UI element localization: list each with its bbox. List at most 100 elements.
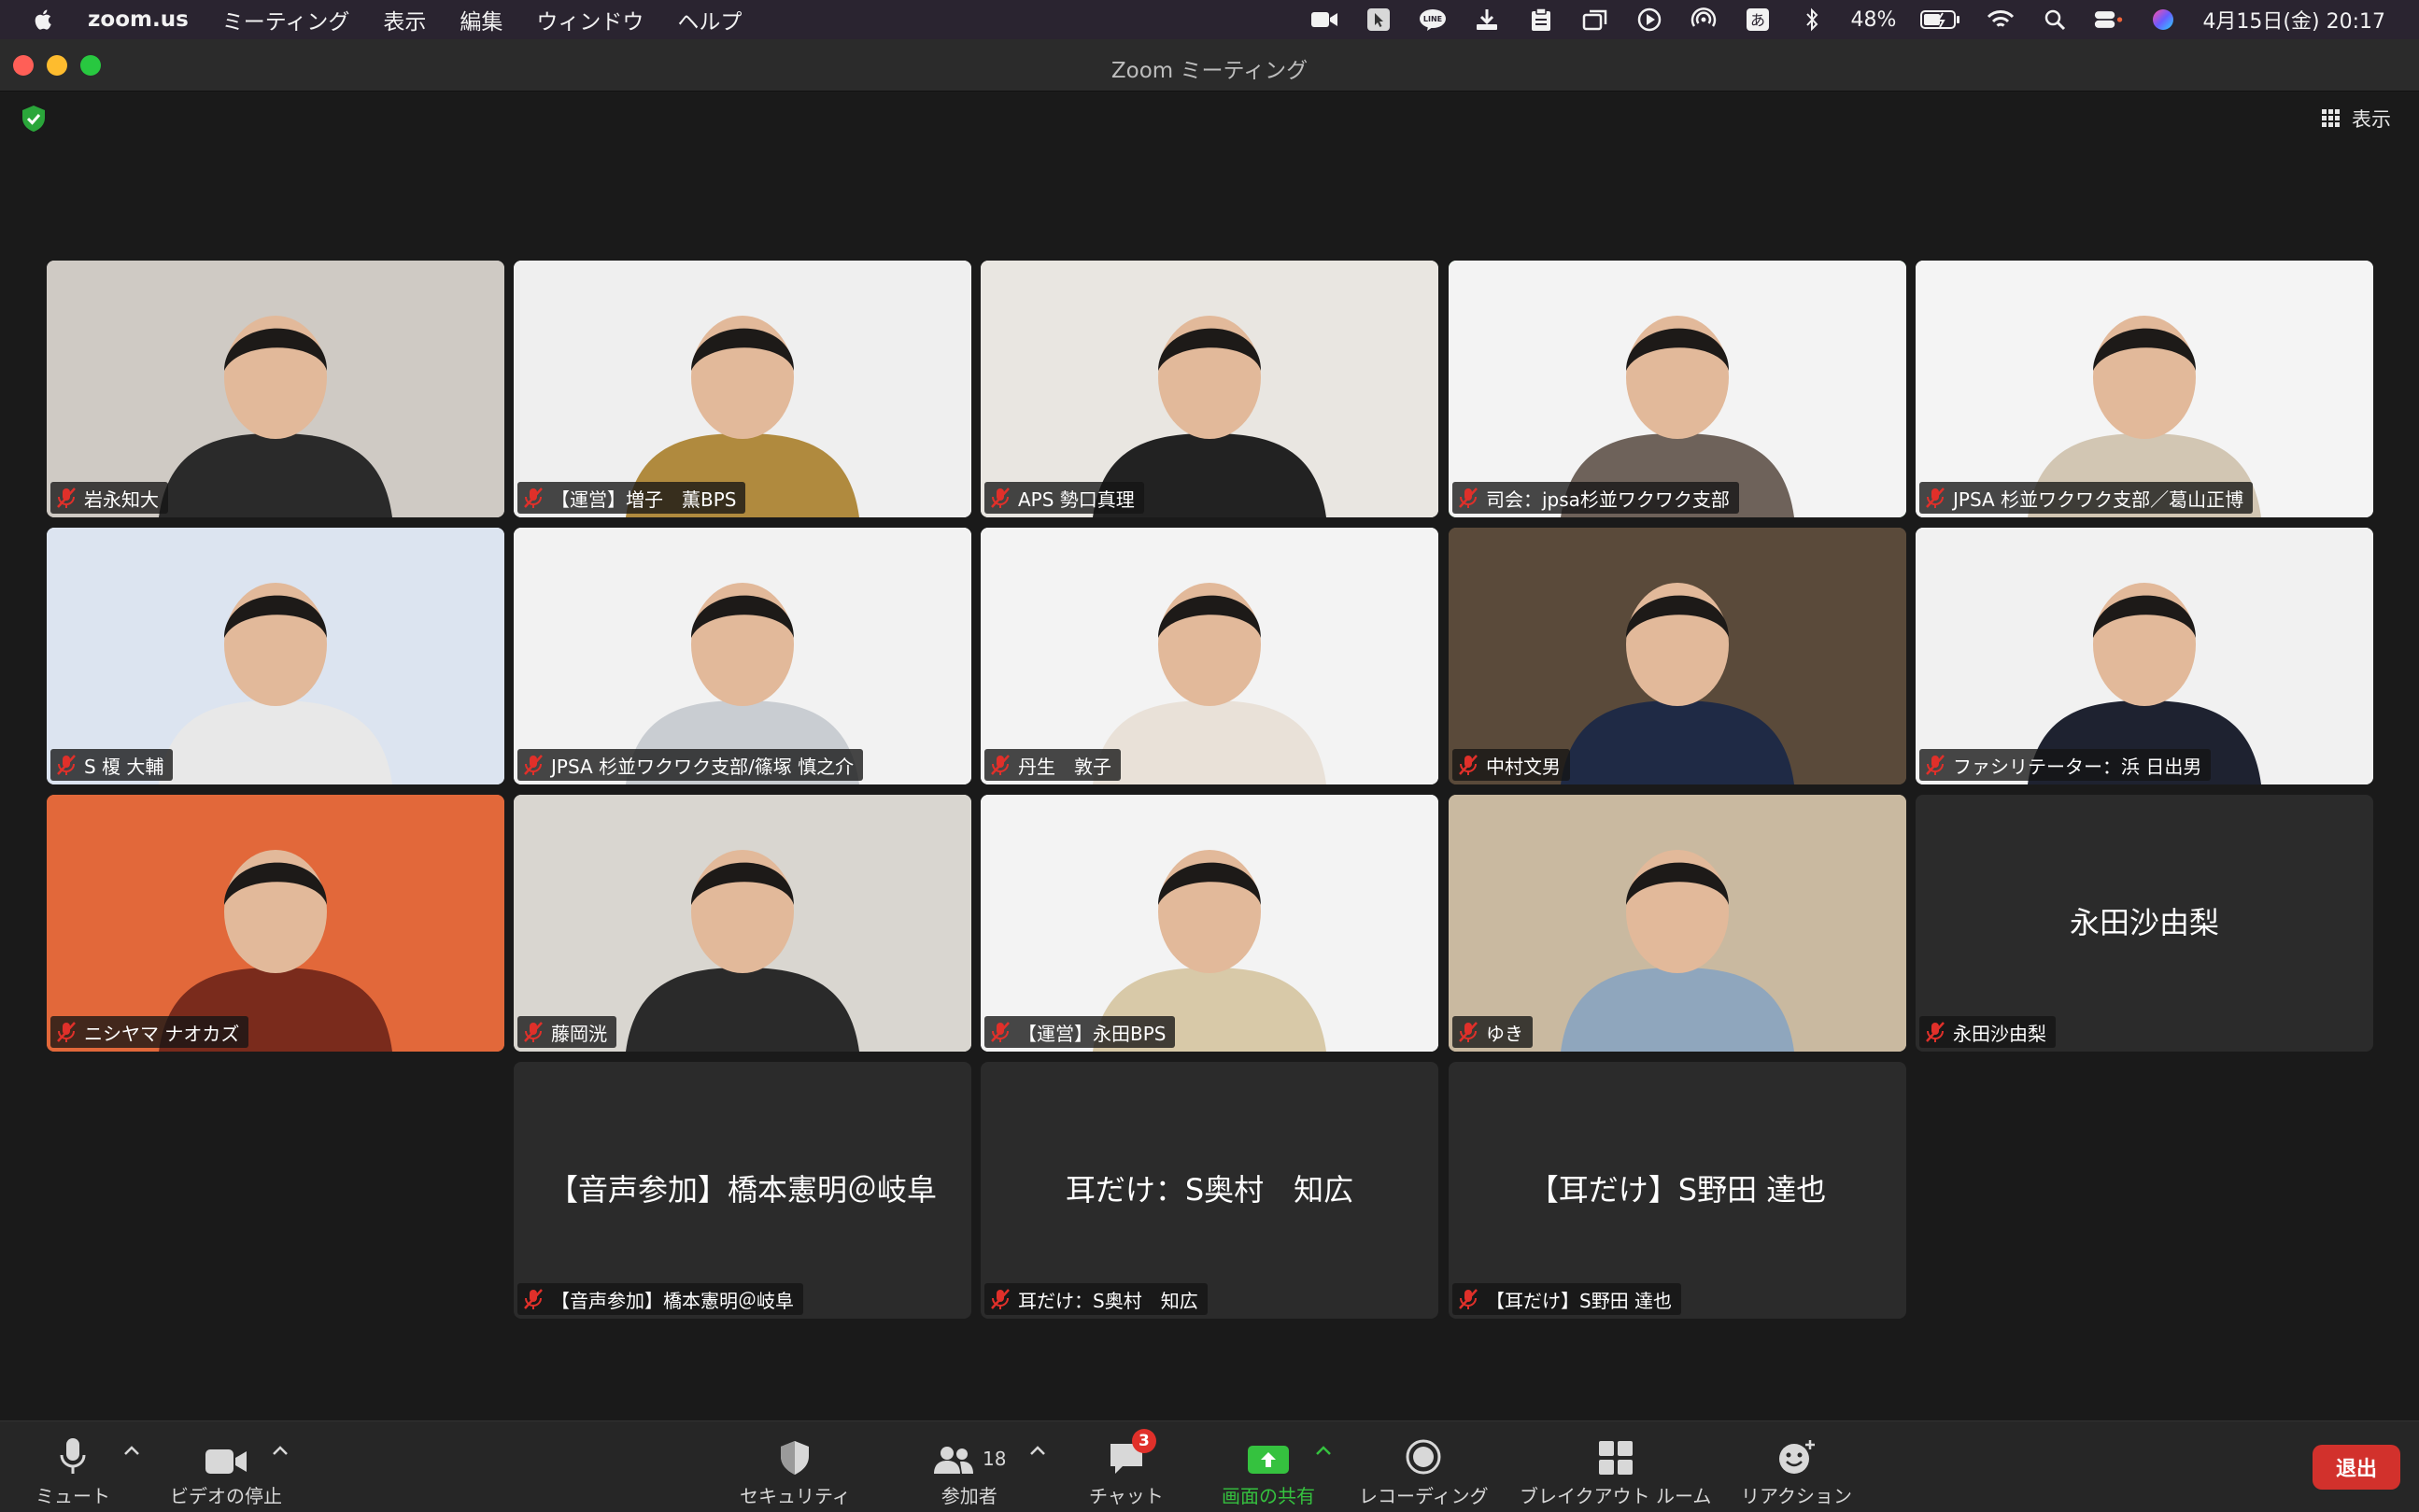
gallery-view: 表示 岩永知大 【運営】増子 薫BPS APS 勢口真理 司会：jpsa杉並ワクワク支…	[0, 92, 2419, 1420]
participant-video	[1449, 528, 1906, 784]
security-shield-icon	[781, 1441, 810, 1475]
mic-muted-icon	[1926, 488, 1945, 508]
spotlight-search-icon[interactable]	[2040, 7, 2070, 32]
participant-tile[interactable]: 【運営】増子 薫BPS	[514, 261, 971, 517]
security-button[interactable]: セキュリティ	[740, 1434, 851, 1508]
participants-button[interactable]: 18 参加者	[932, 1434, 1006, 1508]
siri-icon[interactable]	[2148, 7, 2178, 32]
mic-muted-icon	[524, 755, 543, 775]
participant-name: APS 勢口真理	[1018, 488, 1135, 511]
participant-display-name: 【耳だけ】S野田 達也	[1528, 1172, 1827, 1208]
participant-tile[interactable]: 【運営】永田BPS	[981, 795, 1438, 1052]
view-label: 表示	[2352, 108, 2391, 131]
mic-muted-icon	[1926, 1022, 1945, 1042]
participant-name: 丹生 敦子	[1018, 755, 1111, 778]
participant-tile[interactable]: 丹生 敦子	[981, 528, 1438, 784]
reactions-button[interactable]: リアクション	[1741, 1434, 1852, 1508]
participant-name: 【耳だけ】S野田 達也	[1486, 1289, 1673, 1312]
participant-name-tag: 【運営】増子 薫BPS	[517, 482, 746, 514]
control-center-icon[interactable]	[2094, 7, 2124, 32]
record-button[interactable]: レコーディング	[1359, 1434, 1489, 1508]
zoom-video-status-icon[interactable]	[1309, 7, 1339, 32]
participant-name-tag: ニシヤマ ナオカズ	[50, 1016, 249, 1048]
mic-muted-icon	[524, 1289, 543, 1309]
record-icon	[1406, 1439, 1441, 1475]
encryption-shield-icon[interactable]	[21, 105, 47, 133]
mic-muted-icon	[991, 488, 1010, 508]
participant-name-tag: JPSA 杉並ワクワク支部／葛山正博	[1919, 482, 2254, 514]
participant-tile[interactable]: 中村文男	[1449, 528, 1906, 784]
participant-tile[interactable]: ニシヤマ ナオカズ	[47, 795, 504, 1052]
download-icon[interactable]	[1472, 7, 1502, 32]
participant-video	[1449, 795, 1906, 1052]
participant-video	[47, 528, 504, 784]
participant-name-tag: 中村文男	[1452, 749, 1570, 781]
leave-meeting-button[interactable]: 退出	[2313, 1445, 2400, 1490]
menu-app-name[interactable]: zoom.us	[88, 7, 189, 32]
participant-video	[47, 795, 504, 1052]
input-method-icon[interactable]: あ	[1743, 7, 1773, 32]
mic-muted-icon	[1926, 755, 1945, 775]
chat-button[interactable]: 3 チャット	[1089, 1429, 1164, 1508]
battery-percent: 48%	[1850, 7, 1897, 32]
record-label: レコーディング	[1359, 1485, 1489, 1507]
participant-tile[interactable]: 耳だけ：S奥村 知広 耳だけ：S奥村 知広	[981, 1062, 1438, 1319]
reaction-smiley-icon	[1778, 1440, 1815, 1474]
airdrop-icon[interactable]	[1689, 7, 1719, 32]
menu-edit[interactable]: 編集	[460, 4, 502, 35]
menu-view[interactable]: 表示	[383, 4, 426, 35]
cursor-tool-icon[interactable]	[1364, 7, 1393, 32]
participant-name: JPSA 杉並ワクワク支部/篠塚 慎之介	[551, 755, 855, 778]
participant-tile[interactable]: 【耳だけ】S野田 達也 【耳だけ】S野田 達也	[1449, 1062, 1906, 1319]
menu-meeting[interactable]: ミーティング	[222, 4, 350, 35]
breakout-rooms-button[interactable]: ブレイクアウト ルーム	[1520, 1434, 1711, 1508]
participant-video	[1916, 261, 2373, 517]
participant-tile[interactable]: ゆき	[1449, 795, 1906, 1052]
participant-name-tag: 永田沙由梨	[1919, 1016, 2056, 1048]
participant-tile[interactable]: 永田沙由梨 永田沙由梨	[1916, 795, 2373, 1052]
participant-video	[47, 261, 504, 517]
participant-tile[interactable]: 【音声参加】橋本憲明＠岐阜 【音声参加】橋本憲明＠岐阜	[514, 1062, 971, 1319]
participant-name: ファシリテーター：浜 日出男	[1953, 755, 2202, 778]
mute-options-chevron-icon[interactable]	[121, 1444, 142, 1457]
chat-unread-badge: 3	[1131, 1429, 1156, 1453]
participant-tile[interactable]: 岩永知大	[47, 261, 504, 517]
participant-tile[interactable]: APS 勢口真理	[981, 261, 1438, 517]
participant-name-tag: APS 勢口真理	[984, 482, 1144, 514]
mic-muted-icon	[991, 1022, 1010, 1042]
battery-icon[interactable]	[1920, 7, 1961, 32]
window-switch-icon[interactable]	[1580, 7, 1610, 32]
participant-video	[981, 795, 1438, 1052]
participant-name: ニシヤマ ナオカズ	[84, 1022, 240, 1045]
stop-video-button[interactable]: ビデオの停止	[170, 1434, 282, 1508]
participant-name: 永田沙由梨	[1953, 1022, 2046, 1045]
participant-tile[interactable]: JPSA 杉並ワクワク支部／葛山正博	[1916, 261, 2373, 517]
share-screen-label: 画面の共有	[1222, 1485, 1315, 1507]
participant-name-tag: 藤岡洸	[517, 1016, 616, 1048]
participant-tile[interactable]: 司会：jpsa杉並ワクワク支部	[1449, 261, 1906, 517]
menu-help[interactable]: ヘルプ	[677, 4, 742, 35]
play-icon[interactable]	[1634, 7, 1664, 32]
participants-label: 参加者	[941, 1485, 997, 1507]
line-app-icon[interactable]: LINE	[1418, 7, 1448, 32]
participant-name: 岩永知大	[84, 488, 159, 511]
participant-tile[interactable]: JPSA 杉並ワクワク支部/篠塚 慎之介	[514, 528, 971, 784]
view-button[interactable]: 表示	[2322, 105, 2391, 133]
apple-icon[interactable]	[32, 7, 56, 32]
participants-options-chevron-icon[interactable]	[1027, 1444, 1048, 1457]
share-options-chevron-icon[interactable]	[1313, 1444, 1334, 1457]
menu-window[interactable]: ウィンドウ	[536, 4, 644, 35]
participant-name-tag: ファシリテーター：浜 日出男	[1919, 749, 2212, 781]
wifi-icon[interactable]	[1986, 7, 2016, 32]
bluetooth-icon[interactable]	[1797, 7, 1827, 32]
video-options-chevron-icon[interactable]	[270, 1444, 290, 1457]
window-title: Zoom ミーティング	[1110, 59, 1309, 83]
participant-tile[interactable]: ファシリテーター：浜 日出男	[1916, 528, 2373, 784]
participant-tile[interactable]: 藤岡洸	[514, 795, 971, 1052]
mute-button[interactable]: ミュート	[35, 1434, 110, 1508]
clipboard-icon[interactable]	[1526, 7, 1556, 32]
participant-name: 【運営】増子 薫BPS	[551, 488, 737, 511]
share-screen-button[interactable]: 画面の共有	[1222, 1434, 1315, 1508]
participant-video	[514, 795, 971, 1052]
participant-tile[interactable]: S 榎 大輔	[47, 528, 504, 784]
